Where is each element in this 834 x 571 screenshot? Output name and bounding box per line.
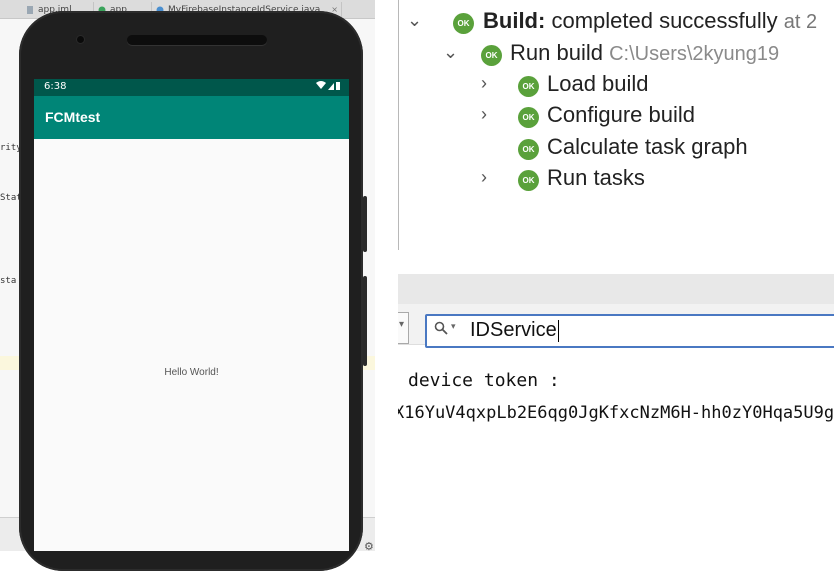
chevron-down-icon: ▾ (399, 319, 405, 330)
chevron-down-icon[interactable]: ⌄ (443, 42, 458, 63)
run-build-path: C:\Users\2kyung19 (609, 43, 780, 65)
logcat-panel: ▾ ▾ IDService device token : X16YuV4qxpL… (398, 274, 834, 551)
battery-icon (336, 82, 340, 90)
load-build-label: Load build (547, 71, 649, 96)
log-level-dropdown[interactable]: ▾ (398, 312, 409, 344)
ok-badge-icon: OK (481, 45, 502, 66)
emulator-screen[interactable]: 6:38 FCMtest Hello World! (34, 79, 349, 551)
chevron-right-icon[interactable]: › (481, 167, 487, 188)
search-icon[interactable] (434, 321, 448, 335)
status-time: 6:38 (44, 81, 67, 92)
build-label: completed successfully (551, 8, 778, 33)
chevron-right-icon[interactable]: › (481, 73, 487, 94)
status-icons (315, 80, 341, 94)
app-toolbar: FCMtest (34, 96, 349, 139)
power-button[interactable] (363, 196, 367, 252)
configure-build-label: Configure build (547, 102, 695, 127)
code-fragment: sta (0, 276, 17, 286)
wifi-icon (316, 81, 326, 89)
chevron-down-icon[interactable]: ⌄ (407, 10, 422, 31)
calculate-task-graph-label: Calculate task graph (547, 134, 748, 159)
search-input: IDService (470, 319, 559, 342)
logcat-header (398, 274, 834, 304)
gear-icon[interactable]: ⚙ (364, 540, 374, 551)
hello-text: Hello World! (164, 367, 219, 378)
ok-badge-icon: OK (518, 76, 539, 97)
build-time: at 2 (783, 11, 818, 33)
search-options-icon[interactable]: ▾ (451, 322, 456, 332)
logcat-toolbar: ▾ ▾ IDService (398, 304, 834, 348)
volume-button[interactable] (363, 276, 367, 366)
status-bar: 6:38 (34, 79, 349, 96)
run-build-label: Run build (510, 40, 603, 65)
ok-badge-icon: OK (518, 107, 539, 128)
earpiece-speaker (127, 35, 267, 45)
app-title: FCMtest (45, 109, 101, 125)
run-tasks-label: Run tasks (547, 165, 645, 190)
log-line-token: X16YuV4qxpLb2E6qg0JgKfxcNzM6H-hh0zY0Hqa5… (398, 403, 834, 423)
ok-badge-icon: OK (453, 13, 474, 34)
ok-badge-icon: OK (518, 139, 539, 160)
signal-icon (328, 83, 334, 90)
front-camera (77, 36, 84, 43)
build-output-tree: ⌄ OK Build: completed successfully at 2 … (398, 0, 834, 250)
build-label-bold: Build: (483, 8, 546, 33)
panel-gap (375, 0, 398, 551)
ok-badge-icon: OK (518, 170, 539, 191)
logcat-search-field[interactable]: ▾ IDService (425, 314, 834, 348)
log-line: device token : (408, 370, 560, 391)
text-cursor (557, 319, 559, 342)
file-icon (27, 6, 33, 14)
chevron-right-icon[interactable]: › (481, 104, 487, 125)
